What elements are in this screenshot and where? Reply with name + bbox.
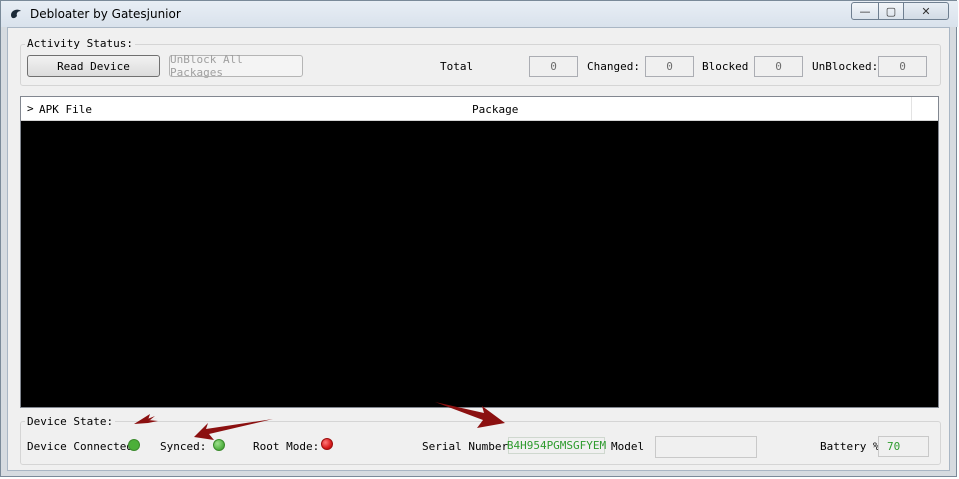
annotation-arrows bbox=[134, 402, 505, 440]
annotation-arrow-synced bbox=[194, 419, 273, 440]
annotation-arrow-serial bbox=[435, 402, 505, 428]
annotation-arrow-device-state-head bbox=[134, 414, 158, 424]
